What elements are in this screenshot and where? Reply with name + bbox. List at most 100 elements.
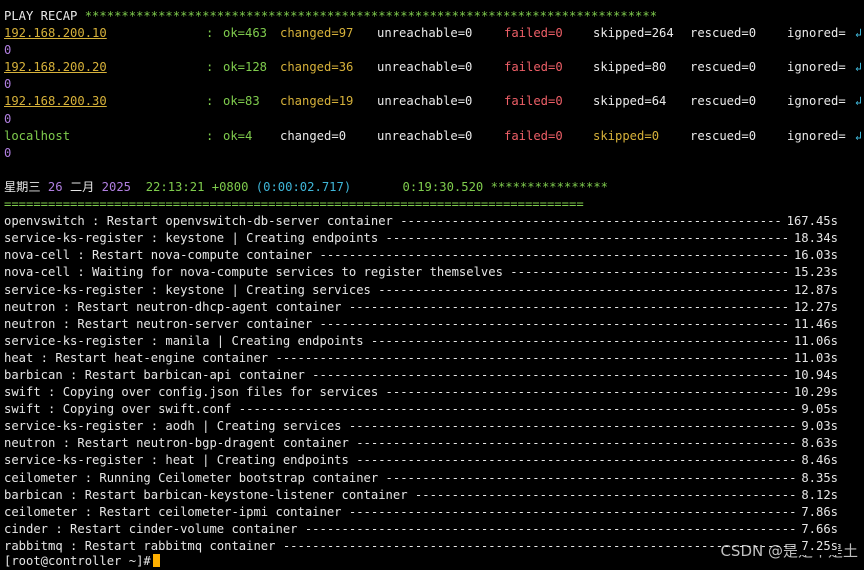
- task-duration: 10.94s: [789, 366, 838, 385]
- recap-host-list: 192.168.200.10 ok=463 changed=97 unreachabl…: [4, 25, 864, 162]
- host-ignored: ignored=: [787, 94, 846, 109]
- host-failed: failed=0: [504, 26, 563, 41]
- task-name: openvswitch : Restart openvswitch-db-ser…: [4, 214, 399, 229]
- host-ignored: ignored=: [787, 26, 846, 41]
- host-failed: failed=0: [504, 128, 563, 143]
- task-duration: 10.29s: [789, 384, 838, 402]
- task-duration: 9.03s: [797, 418, 838, 436]
- line-wrap-icon: ↲: [854, 94, 862, 109]
- task-duration: 167.45s: [782, 213, 838, 231]
- ts-elapsed: (0:00:02.717): [255, 179, 352, 194]
- task-duration: 12.27s: [789, 298, 838, 316]
- ts-weekday: 星期三: [4, 179, 41, 194]
- task-timing-row: ----------------------------------------…: [4, 520, 864, 538]
- task-timing-row: ----------------------------------------…: [4, 349, 864, 367]
- task-timing-row: ----------------------------------------…: [4, 401, 864, 419]
- task-duration: 8.12s: [797, 486, 838, 504]
- task-duration: 11.03s: [789, 349, 838, 367]
- task-name: rabbitmq : Restart rabbitmq container: [4, 538, 282, 553]
- recap-title-text: PLAY RECAP: [4, 9, 85, 23]
- task-name: nova-cell : Waiting for nova-compute ser…: [4, 265, 509, 280]
- host-ok: ok=83: [223, 94, 260, 109]
- task-duration: 7.66s: [797, 520, 838, 538]
- task-duration: 16.03s: [789, 247, 838, 265]
- recap-host-row: localhost ok=4 changed=0 unreachable=0 faile…: [4, 128, 864, 145]
- host-separator: :: [206, 128, 221, 143]
- host-name[interactable]: 192.168.200.10: [4, 25, 107, 42]
- host-name[interactable]: 192.168.200.20: [4, 59, 107, 76]
- host-ok: ok=4: [223, 128, 253, 143]
- host-skipped: skipped=0: [593, 128, 660, 143]
- task-duration: 8.35s: [797, 469, 838, 487]
- ts-stars: ****************: [490, 179, 609, 194]
- line-wrap-icon: ↲: [854, 60, 862, 75]
- host-name[interactable]: 192.168.200.30: [4, 93, 107, 110]
- host-skipped: skipped=264: [593, 26, 674, 41]
- recap-title-stars: ****************************************…: [84, 9, 658, 23]
- host-separator: :: [206, 94, 221, 109]
- task-name: service-ks-register : keystone | Creatin…: [4, 231, 385, 246]
- task-timing-row: ----------------------------------------…: [4, 264, 864, 282]
- task-timing-row: ----------------------------------------…: [4, 332, 864, 350]
- task-name: service-ks-register : manila | Creating …: [4, 333, 370, 348]
- task-timing-row: ----------------------------------------…: [4, 503, 864, 521]
- text-cursor: [152, 554, 160, 567]
- task-name: ceilometer : Running Ceilometer bootstra…: [4, 470, 385, 485]
- host-failed: failed=0: [504, 94, 563, 109]
- host-separator: :: [206, 60, 221, 75]
- task-timing-row: ----------------------------------------…: [4, 230, 864, 248]
- ts-time: 22:13:21: [145, 179, 205, 194]
- task-name: service-ks-register : keystone | Creatin…: [4, 282, 377, 297]
- host-ignored-wrap: 0: [4, 145, 12, 160]
- task-duration: 11.46s: [789, 315, 838, 333]
- host-changed: changed=19: [280, 94, 354, 109]
- host-rescued: rescued=0: [690, 128, 757, 143]
- task-duration: 18.34s: [789, 230, 838, 248]
- task-timing-row: ----------------------------------------…: [4, 418, 864, 436]
- task-name: swift : Copying over swift.conf: [4, 402, 238, 417]
- host-ok: ok=128: [223, 60, 268, 75]
- host-rescued: rescued=0: [690, 94, 757, 109]
- host-unreachable: unreachable=0: [377, 60, 473, 75]
- task-duration: 12.87s: [789, 281, 838, 299]
- task-name: nova-cell : Restart nova-compute contain…: [4, 248, 319, 263]
- task-name: heat : Restart heat-engine container: [4, 350, 275, 365]
- host-skipped: skipped=80: [593, 60, 667, 75]
- task-timing-row: ----------------------------------------…: [4, 486, 864, 504]
- host-name: localhost: [4, 128, 71, 143]
- host-separator: :: [206, 26, 221, 41]
- task-timing-row: ----------------------------------------…: [4, 281, 864, 299]
- host-ignored-wrap: 0: [4, 43, 12, 58]
- task-name: neutron : Restart neutron-server contain…: [4, 316, 319, 331]
- shell-prompt[interactable]: [root@controller ~]#: [4, 553, 160, 570]
- host-unreachable: unreachable=0: [377, 26, 473, 41]
- host-ignored: ignored=: [787, 128, 846, 143]
- prompt-text: [root@controller ~]#: [4, 554, 151, 568]
- host-ignored: ignored=: [787, 60, 846, 75]
- task-duration: 11.06s: [789, 332, 838, 350]
- recap-title: PLAY RECAP *****************************…: [4, 9, 657, 23]
- host-unreachable: unreachable=0: [377, 94, 473, 109]
- task-timing-row: ----------------------------------------…: [4, 366, 864, 385]
- host-ignored-wrap: 0: [4, 111, 12, 126]
- ts-day: 26: [47, 179, 63, 194]
- task-duration: 7.86s: [797, 503, 838, 521]
- ts-month: 二月: [69, 179, 95, 194]
- line-wrap-icon: ↲: [854, 128, 862, 143]
- task-timing-row: ----------------------------------------…: [4, 469, 864, 487]
- host-ignored-wrap: 0: [4, 77, 12, 92]
- separator-line: ========================================…: [4, 197, 584, 212]
- task-name: cinder : Restart cinder-volume container: [4, 521, 304, 536]
- host-rescued: rescued=0: [690, 60, 757, 75]
- host-changed: changed=0: [280, 128, 347, 143]
- task-name: ceilometer : Restart ceilometer-ipmi con…: [4, 504, 348, 519]
- task-name: neutron : Restart neutron-dhcp-agent con…: [4, 299, 348, 314]
- play-recap-header: PLAY RECAP *****************************…: [4, 8, 864, 25]
- task-name: barbican : Restart barbican-keystone-lis…: [4, 487, 414, 502]
- task-duration: 8.46s: [797, 452, 838, 470]
- task-name: service-ks-register : heat | Creating en…: [4, 453, 355, 468]
- task-timing-row: ----------------------------------------…: [4, 298, 864, 316]
- task-timing-row: ----------------------------------------…: [4, 537, 864, 555]
- task-timing-row: ----------------------------------------…: [4, 315, 864, 333]
- terminal-output: PLAY RECAP *****************************…: [4, 8, 864, 555]
